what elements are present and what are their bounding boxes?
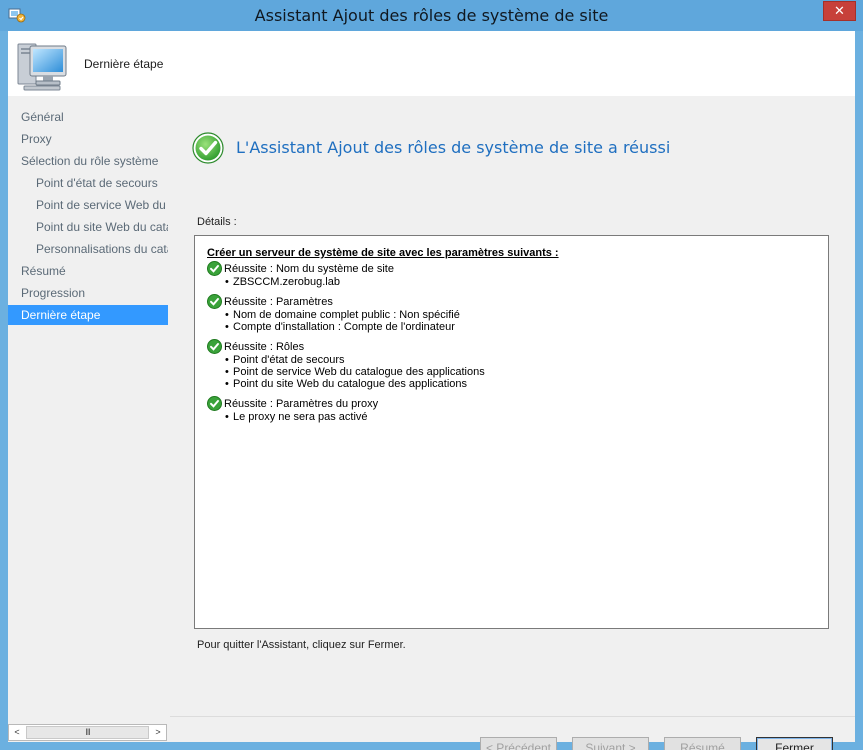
wizard-header: Dernière étape <box>8 31 855 96</box>
nav-horizontal-scrollbar[interactable]: < III > <box>8 724 167 741</box>
list-item: Compte d'installation : Compte de l'ordi… <box>224 321 816 333</box>
summary-button[interactable]: Résumé <box>664 737 741 750</box>
details-group: Réussite : Paramètres du proxy Le proxy … <box>207 396 816 423</box>
list-item: Point d'état de secours <box>224 354 816 366</box>
footer-divider <box>170 716 855 717</box>
success-check-icon <box>207 339 222 354</box>
nav-item-summary[interactable]: Résumé <box>8 261 168 281</box>
success-check-icon <box>207 294 222 309</box>
nav-item-proxy[interactable]: Proxy <box>8 129 168 149</box>
list-item: ZBSCCM.zerobug.lab <box>224 276 816 288</box>
list-item: Point de service Web du catalogue des ap… <box>224 366 816 378</box>
details-group: Réussite : Paramètres Nom de domaine com… <box>207 294 816 333</box>
scroll-thumb[interactable]: III <box>26 726 149 739</box>
step-title: Dernière étape <box>84 57 164 71</box>
close-window-button[interactable]: ✕ <box>823 1 856 21</box>
title-bar[interactable]: Assistant Ajout des rôles de système de … <box>0 0 863 31</box>
success-check-icon <box>207 261 222 276</box>
computer-icon <box>17 43 67 91</box>
details-group: Réussite : Nom du système de site ZBSCCM… <box>207 261 816 288</box>
group-title: Réussite : Paramètres du proxy <box>224 398 379 410</box>
close-icon: ✕ <box>834 3 845 18</box>
next-button[interactable]: Suivant > <box>572 737 649 750</box>
wizard-main-panel: L'Assistant Ajout des rôles de système d… <box>170 96 855 750</box>
nav-item-general[interactable]: Général <box>8 107 168 127</box>
details-box[interactable]: Créer un serveur de système de site avec… <box>194 235 829 629</box>
group-title: Réussite : Paramètres <box>224 296 333 308</box>
group-title: Réussite : Nom du système de site <box>224 263 394 275</box>
list-item: Nom de domaine complet public : Non spéc… <box>224 309 816 321</box>
window-title: Assistant Ajout des rôles de système de … <box>254 6 609 25</box>
success-check-icon <box>192 132 224 164</box>
nav-item-role-selection[interactable]: Sélection du rôle système <box>8 151 168 171</box>
nav-item-catalog-website-point[interactable]: Point du site Web du catalogue des appli… <box>8 217 168 237</box>
nav-item-progress[interactable]: Progression <box>8 283 168 303</box>
wizard-client-area: Dernière étape Général Proxy Sélection d… <box>8 31 855 750</box>
details-group: Réussite : Rôles Point d'état de secours… <box>207 339 816 390</box>
nav-item-catalog-web-service-point[interactable]: Point de service Web du catalogue des ap… <box>8 195 168 215</box>
scroll-right-arrow-icon[interactable]: > <box>150 725 166 740</box>
scroll-left-arrow-icon[interactable]: < <box>9 725 25 740</box>
nav-item-fallback-status-point[interactable]: Point d'état de secours <box>8 173 168 193</box>
quit-instruction: Pour quitter l'Assistant, cliquez sur Fe… <box>197 639 406 651</box>
success-check-icon <box>207 396 222 411</box>
details-label: Détails : <box>197 216 237 228</box>
nav-item-completion[interactable]: Dernière étape <box>8 305 168 325</box>
success-title: L'Assistant Ajout des rôles de système d… <box>236 138 671 157</box>
list-item: Point du site Web du catalogue des appli… <box>224 378 816 390</box>
group-title: Réussite : Rôles <box>224 341 305 353</box>
nav-item-catalog-customizations[interactable]: Personnalisations du catalogue des appli… <box>8 239 168 259</box>
wizard-window: Assistant Ajout des rôles de système de … <box>0 0 863 750</box>
close-button[interactable]: Fermer <box>756 737 833 750</box>
list-item: Le proxy ne sera pas activé <box>224 411 816 423</box>
previous-button[interactable]: < Précédent <box>480 737 557 750</box>
wizard-nav: Général Proxy Sélection du rôle système … <box>8 96 170 742</box>
details-heading: Créer un serveur de système de site avec… <box>207 247 559 259</box>
